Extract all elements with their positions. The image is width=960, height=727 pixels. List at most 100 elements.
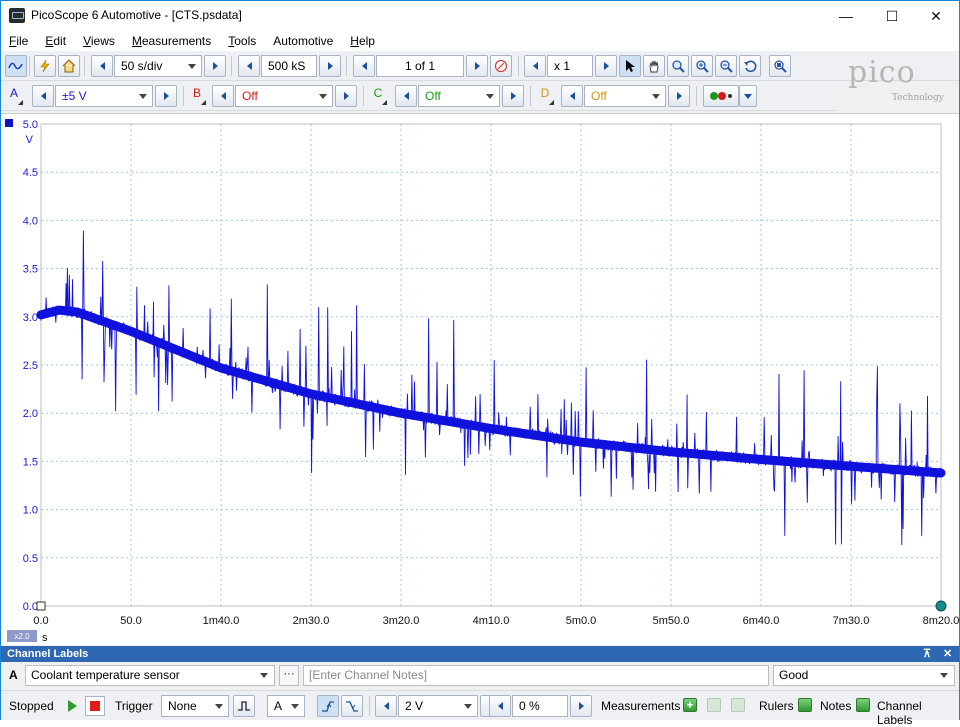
channel-b-range-decrease[interactable] (212, 85, 234, 107)
menu-measurements[interactable]: Measurements (132, 34, 211, 48)
channel-d-range-decrease[interactable] (561, 85, 583, 107)
x-axis-unit: s (42, 632, 48, 644)
start-capture-icon[interactable] (68, 700, 77, 712)
capture-toolbar: 50 s/div 500 kS 1 of 1 x 1 (1, 51, 959, 81)
channel-d-range-increase[interactable] (668, 85, 690, 107)
scope-view[interactable]: 0.00.51.01.52.02.53.03.54.04.55.0V0.050.… (1, 113, 959, 645)
channel-a-range-decrease[interactable] (32, 85, 54, 107)
scope-mode-button[interactable] (5, 55, 27, 77)
y-tick-label: 1.5 (23, 456, 38, 468)
zoom-overview-icon (773, 59, 787, 73)
timebase-select[interactable]: 50 s/div (114, 55, 202, 77)
zoom-out-button[interactable] (715, 55, 737, 77)
channel-label-browse-button[interactable]: ··· (279, 665, 299, 686)
channel-b-range-select[interactable]: Off (235, 85, 333, 107)
chevron-down-icon (260, 673, 268, 678)
channel-d-range-select[interactable]: Off (584, 85, 666, 107)
channel-c-range-decrease[interactable] (395, 85, 417, 107)
stop-capture-button[interactable] (85, 696, 105, 716)
edit-measurement-icon[interactable] (707, 698, 721, 712)
buffer-next[interactable] (466, 55, 488, 77)
notes-icon[interactable] (856, 698, 870, 712)
chevron-down-icon (652, 94, 660, 99)
menu-edit[interactable]: Edit (45, 34, 66, 48)
pointer-icon (623, 59, 637, 73)
threshold-decrease[interactable] (375, 695, 397, 717)
hand-tool-button[interactable] (643, 55, 665, 77)
menu-views[interactable]: Views (83, 34, 115, 48)
channel-b-options[interactable]: B (188, 86, 206, 106)
channel-a-range-increase[interactable] (155, 85, 177, 107)
capture-state: Stopped (9, 699, 54, 713)
pin-icon[interactable]: ⊼ (923, 646, 931, 662)
home-button[interactable] (58, 55, 80, 77)
minimize-button[interactable]: — (823, 1, 869, 31)
channel-dots-icon (708, 90, 734, 102)
y-tick-label: 2.0 (23, 408, 38, 420)
arrow-right-icon (604, 62, 609, 70)
menu-automotive[interactable]: Automotive (273, 34, 333, 48)
timebase-decrease[interactable] (91, 55, 113, 77)
status-bar: Stopped Trigger None A 2 V 0 % Measureme… (1, 690, 959, 720)
channel-c-options[interactable]: C (369, 86, 387, 106)
notes-label: Notes (820, 699, 851, 713)
y-tick-label: 2.5 (23, 360, 38, 372)
falling-edge-button[interactable] (341, 695, 363, 717)
arrow-left-icon (533, 62, 538, 70)
channel-b-range-increase[interactable] (335, 85, 357, 107)
pretrigger-field[interactable]: 0 % (512, 695, 568, 717)
arrow-left-icon (384, 702, 389, 710)
channel-menu-dropdown[interactable] (739, 85, 757, 107)
menu-tools[interactable]: Tools (228, 34, 256, 48)
zoom-field[interactable]: x 1 (547, 55, 593, 77)
trigger-threshold-field[interactable]: 2 V (398, 695, 478, 717)
channel-c-range-select[interactable]: Off (418, 85, 500, 107)
add-measurement-icon[interactable]: + (683, 698, 697, 712)
rulers-icon[interactable] (798, 698, 812, 712)
zoom-decrease[interactable] (524, 55, 546, 77)
buffer-previous[interactable] (353, 55, 375, 77)
channel-a-options[interactable]: A (5, 86, 23, 106)
channel-a-range-select[interactable]: ±5 V (55, 85, 153, 107)
pretrigger-increase[interactable] (570, 695, 592, 717)
falling-edge-icon (345, 699, 359, 713)
auto-setup-button[interactable] (34, 55, 56, 77)
x-tick-label: 5m50.0 (653, 615, 690, 627)
zoom-in-button[interactable] (691, 55, 713, 77)
channel-c-range-increase[interactable] (502, 85, 524, 107)
x-tick-label: 1m40.0 (203, 615, 240, 627)
trigger-channel-select[interactable]: A (267, 695, 305, 717)
compass-icon (494, 59, 508, 73)
maximize-button[interactable]: ☐ (869, 1, 915, 31)
channel-status-select[interactable]: Good (773, 665, 955, 686)
trigger-mode-select[interactable]: None (161, 695, 229, 717)
pretrigger-decrease[interactable] (489, 695, 511, 717)
zoom-increase[interactable] (595, 55, 617, 77)
delete-measurement-icon[interactable] (731, 698, 745, 712)
samples-increase[interactable] (319, 55, 341, 77)
picoscope-window: PicoScope 6 Automotive - [CTS.psdata] — … (0, 0, 960, 720)
menu-file[interactable]: File (9, 34, 28, 48)
menu-bar: File Edit Views Measurements Tools Autom… (1, 31, 959, 51)
close-panel-icon[interactable]: ✕ (943, 646, 952, 662)
channel-notes-input[interactable]: [Enter Channel Notes] (303, 665, 769, 686)
measurements-label: Measurements (601, 699, 680, 713)
timebase-increase[interactable] (204, 55, 226, 77)
samples-decrease[interactable] (238, 55, 260, 77)
advanced-trigger-button[interactable] (233, 695, 255, 717)
rising-edge-button[interactable] (317, 695, 339, 717)
select-tool-button[interactable] (619, 55, 641, 77)
channel-colors-button[interactable] (703, 85, 739, 107)
undo-zoom-button[interactable] (739, 55, 761, 77)
buffer-navigator-button[interactable] (490, 55, 512, 77)
buffer-field[interactable]: 1 of 1 (376, 55, 464, 77)
scope-plot[interactable]: 0.00.51.01.52.02.53.03.54.04.55.0V0.050.… (1, 114, 959, 646)
trigger-pulse-icon (237, 699, 251, 713)
channel-label-select[interactable]: Coolant temperature sensor (25, 665, 275, 686)
menu-help[interactable]: Help (350, 34, 375, 48)
close-button[interactable]: ✕ (913, 1, 959, 31)
channel-d-options[interactable]: D (536, 86, 554, 106)
samples-field[interactable]: 500 kS (261, 55, 317, 77)
zoom-in-area-button[interactable] (667, 55, 689, 77)
zoom-overview-button[interactable] (769, 55, 791, 77)
